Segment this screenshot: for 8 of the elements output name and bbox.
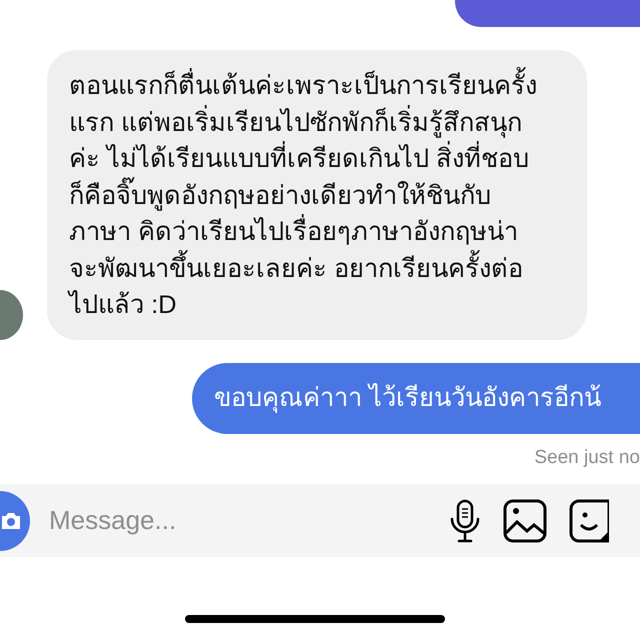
message-input[interactable]: Message...: [47, 500, 427, 541]
microphone-button[interactable]: [449, 498, 481, 542]
gallery-button[interactable]: [503, 498, 547, 542]
sticker-button[interactable]: [569, 498, 609, 542]
seen-status: Seen just no: [533, 446, 640, 470]
camera-icon: [0, 510, 22, 530]
message-bubble: ขอบคุณค่าาา ไว้เรียนวันอังคารอีกน้: [192, 362, 640, 434]
message-bubble: ตอนแรกก็ตื่นเต้นค่ะเพราะเป็นการเรียนครั้ง แรก แต่พอเริ่มเรียนไปซักพักก็เริ่มรู้สึกสนุก ค่ะ ไม่ได้เรียนแบบที่เครียดเกินไป สิ่งที่ชอบ ก็คือจิ๊บพูดอังกฤษอย่างเดียวทำให้ชินกับ ภาษา คิดว่าเรียนไปเรื่อยๆภาษาอังกฤษน่า จะพัฒนาขึ้นเยอะเลยค่ะ อยากเรียนครั้งต่อ ไปแล้ว :D: [47, 50, 587, 340]
